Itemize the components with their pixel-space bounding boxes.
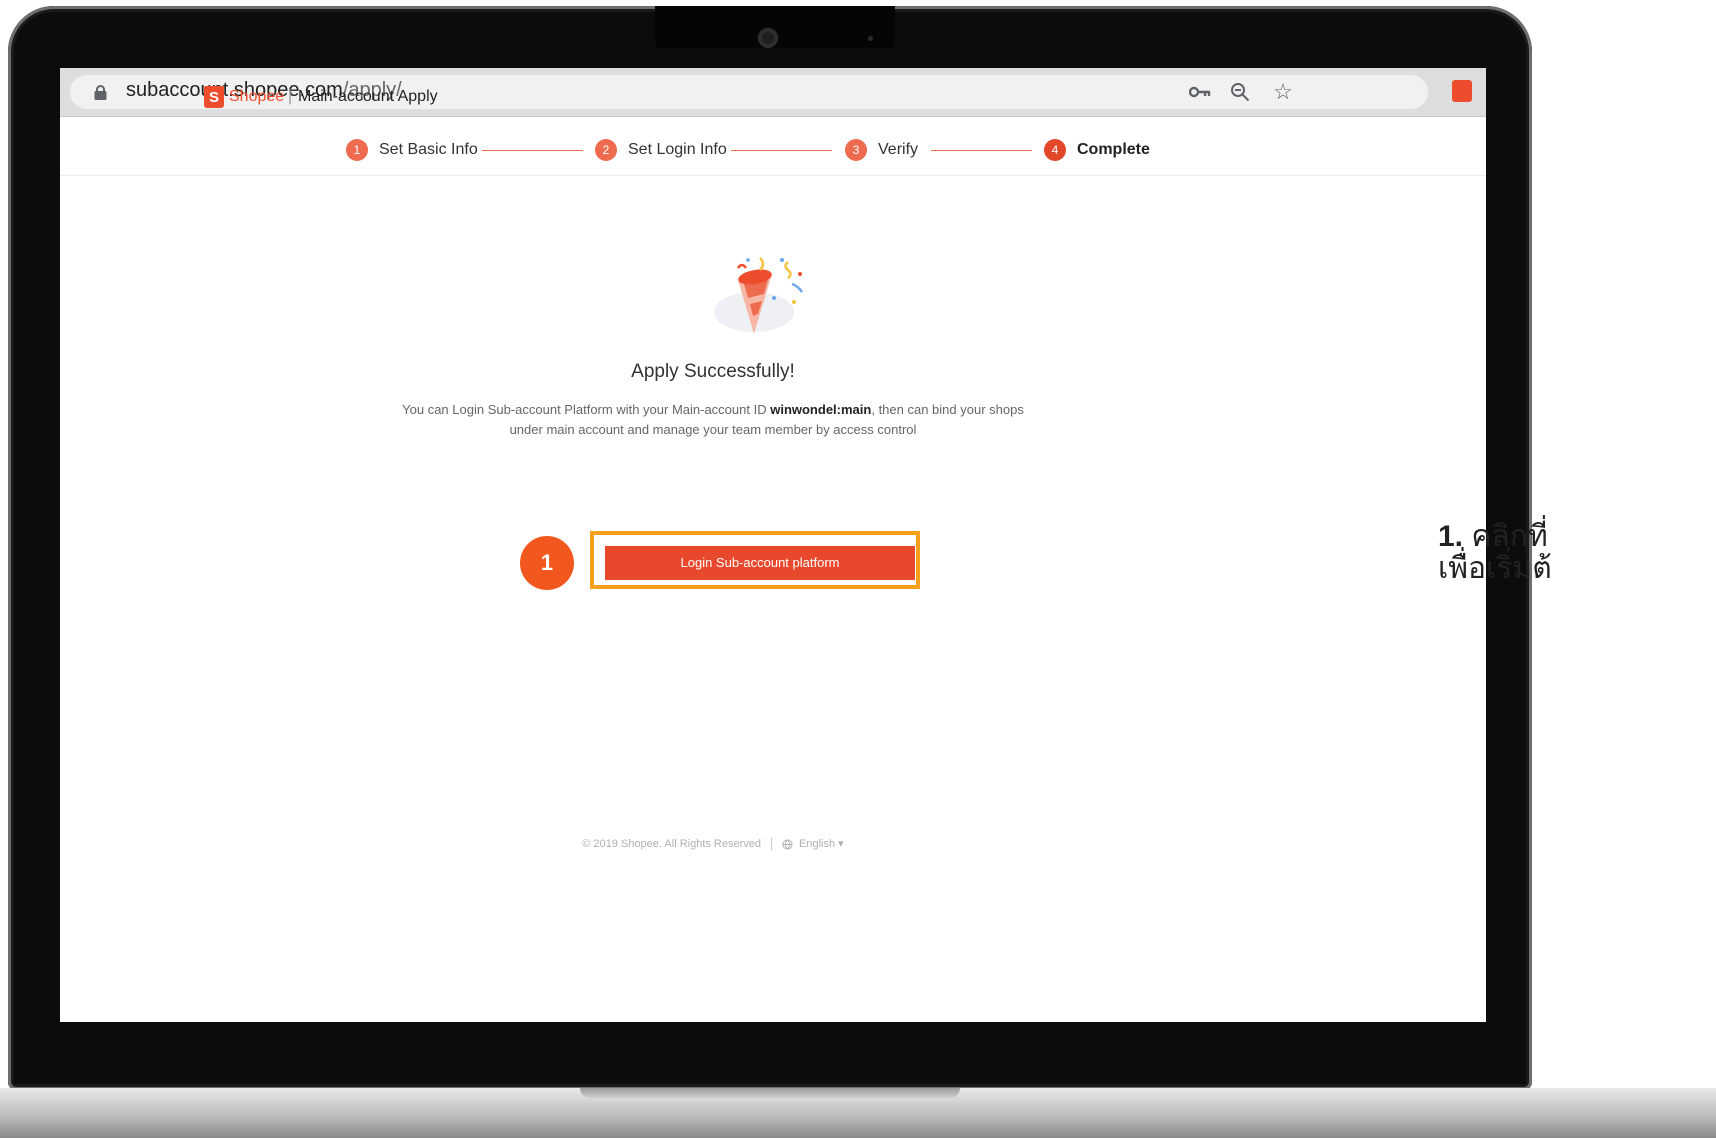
header-separator: | xyxy=(288,88,293,105)
star-icon[interactable]: ☆ xyxy=(1271,79,1295,104)
page-footer: © 2019 Shopee. All Rights Reserved Englis… xyxy=(0,837,1426,851)
success-description: You can Login Sub-account Platform with … xyxy=(390,400,1036,440)
step-connector xyxy=(731,150,832,151)
step-set-basic-info: 1 Set Basic Info xyxy=(346,139,478,161)
globe-icon xyxy=(782,839,793,850)
step-connector xyxy=(482,150,583,151)
step-set-login-info: 2 Set Login Info xyxy=(595,139,727,161)
annotation-marker: 1 xyxy=(520,536,574,590)
login-sub-account-button[interactable]: Login Sub-account platform xyxy=(605,546,915,580)
main-account-id: winwondel:main xyxy=(770,402,872,417)
step-number: 3 xyxy=(845,139,867,161)
shopee-extension-icon[interactable] xyxy=(1452,80,1472,102)
step-label: Set Basic Info xyxy=(379,141,478,158)
success-title: Apply Successfully! xyxy=(631,361,795,382)
laptop-hinge-notch xyxy=(580,1088,960,1098)
language-label: English xyxy=(799,838,836,850)
step-number: 2 xyxy=(595,139,617,161)
chevron-down-icon: ▾ xyxy=(838,838,844,850)
instruction-text: 1. คลิกที่ เพื่อเริ่มต้ xyxy=(1438,521,1552,585)
description-text: You can Login Sub-account Platform with … xyxy=(402,402,771,417)
step-label: Complete xyxy=(1077,141,1150,158)
language-selector[interactable]: English ▾ xyxy=(782,838,844,850)
shopee-bag-icon: S xyxy=(204,86,224,108)
step-number: 1 xyxy=(346,139,368,161)
step-verify: 3 Verify xyxy=(845,139,918,161)
page-title: Main-account Apply xyxy=(298,88,438,105)
instruction-line-1: คลิกที่ xyxy=(1463,520,1548,553)
instruction-line-2: เพื่อเริ่มต้ xyxy=(1438,552,1552,585)
step-label: Set Login Info xyxy=(628,141,727,158)
webcam-icon xyxy=(758,28,778,48)
key-icon[interactable] xyxy=(1188,80,1212,104)
footer-divider xyxy=(771,838,773,851)
step-connector xyxy=(931,150,1032,151)
copyright-text: © 2019 Shopee. All Rights Reserved xyxy=(582,838,762,850)
party-popper-icon xyxy=(714,257,804,334)
zoom-out-icon[interactable] xyxy=(1228,80,1252,104)
step-number: 4 xyxy=(1044,139,1066,161)
step-label: Verify xyxy=(878,141,919,158)
instruction-number: 1. xyxy=(1438,520,1464,553)
brand-name[interactable]: Shopee xyxy=(229,88,284,106)
page-header xyxy=(60,117,1486,176)
lock-icon xyxy=(94,85,107,100)
step-complete: 4 Complete xyxy=(1044,139,1150,161)
light-sensor xyxy=(868,36,873,41)
